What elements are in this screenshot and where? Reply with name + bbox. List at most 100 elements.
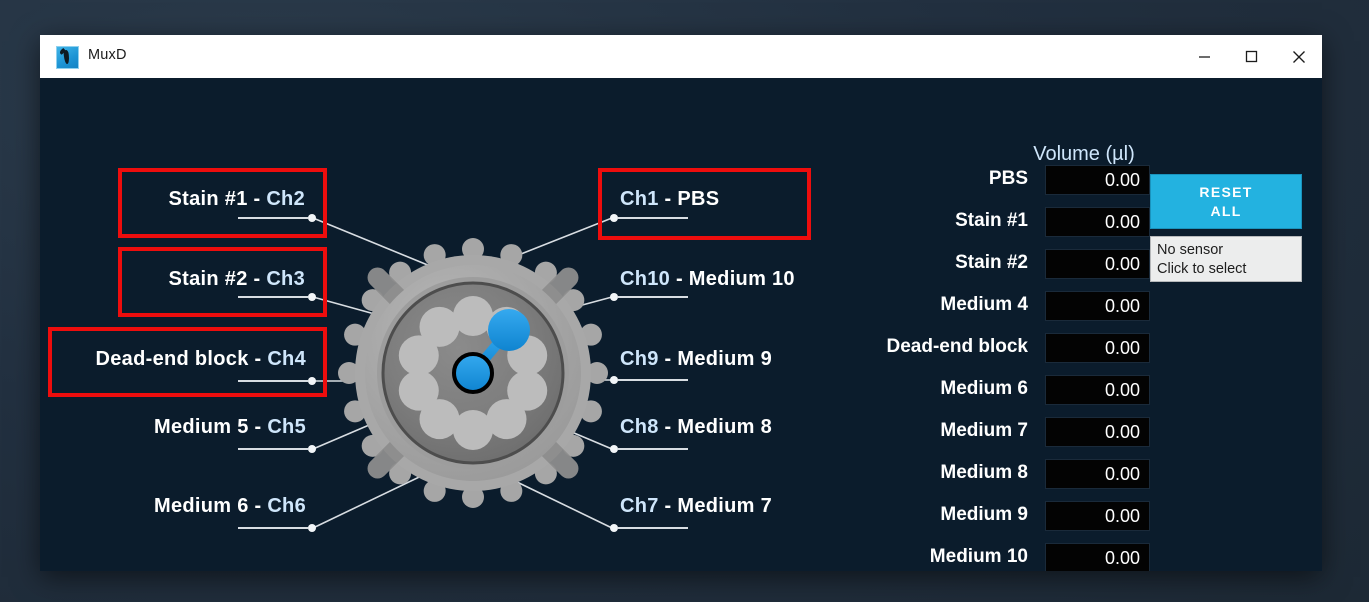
app-icon [56,46,79,69]
volume-value: 0.00 [1104,254,1140,274]
channel-label-ch3[interactable]: Stain #2 - Ch3 [140,268,305,291]
leader-dot-ch4 [308,377,316,385]
volume-input[interactable]: 0.00 [1045,459,1150,489]
sensor-status-line: No sensor [1157,242,1224,258]
maximize-icon[interactable] [1228,35,1275,78]
channel-label-ch9-channel: Ch9 [620,348,659,370]
channel-label-ch8-separator: - [664,416,672,438]
volume-input[interactable]: 0.00 [1045,207,1150,237]
leader-underline-ch5 [238,448,308,450]
channel-label-ch5[interactable]: Medium 5 - Ch5 [110,416,306,439]
channel-label-ch5-separator: - [254,416,262,438]
title-bar: MuxD [40,35,1322,79]
volume-row: Stain #1 0.00 [800,207,1150,237]
volume-row-label: Medium 8 [940,462,1028,483]
leader-dot-ch7 [610,524,618,532]
volume-row: Medium 6 0.00 [800,375,1150,405]
channel-label-ch6-name: Medium 6 [153,495,249,517]
volume-row-label: Dead-end block [886,336,1028,357]
volume-row: PBS 0.00 [800,165,1150,195]
channel-label-ch2[interactable]: Stain #1 - Ch2 [140,188,305,211]
channel-label-ch10-name: Medium 10 [688,268,795,290]
volume-row-label: PBS [988,168,1028,189]
channel-label-ch4-name: Dead-end block [95,348,249,370]
channel-label-ch6[interactable]: Medium 6 - Ch6 [110,495,306,518]
leader-underline-ch3 [238,296,308,298]
leader-dot-ch10 [610,293,618,301]
leader-underline-ch8 [618,448,688,450]
volume-input[interactable]: 0.00 [1045,249,1150,279]
channel-label-ch7-separator: - [664,495,672,517]
channel-label-ch10-channel: Ch10 [620,268,671,290]
volume-value: 0.00 [1104,422,1140,442]
reset-all-button[interactable]: RESET ALL [1150,174,1302,229]
leader-dot-ch2 [308,214,316,222]
volume-row-label: Medium 10 [929,546,1028,567]
leader-underline-ch1 [618,217,688,219]
channel-label-ch9-name: Medium 9 [677,348,773,370]
channel-label-ch6-separator: - [254,495,262,517]
channel-label-ch7-channel: Ch7 [620,495,659,517]
channel-label-ch10[interactable]: Ch10 - Medium 10 [620,268,795,291]
close-icon[interactable] [1275,35,1322,78]
volume-row-label: Medium 7 [940,420,1028,441]
volume-row: Medium 8 0.00 [800,459,1150,489]
app-canvas: Stain #1 - Ch2 Stain #2 - Ch3 Dead-end b… [40,78,1322,571]
volume-value: 0.00 [1104,170,1140,190]
volume-input[interactable]: 0.00 [1045,543,1150,571]
leader-dot-ch9 [610,376,618,384]
volume-value: 0.00 [1104,464,1140,484]
channel-label-ch6-channel: Ch6 [267,495,306,517]
channel-label-ch8-name: Medium 8 [677,416,773,438]
sensor-action-line: Click to select [1157,261,1247,277]
volume-row: Medium 7 0.00 [800,417,1150,447]
volume-value: 0.00 [1104,506,1140,526]
channel-label-ch9[interactable]: Ch9 - Medium 9 [620,348,772,371]
channel-label-ch8-channel: Ch8 [620,416,659,438]
volume-column-header: Volume (µl) [1033,143,1135,165]
volume-value: 0.00 [1104,548,1140,568]
volume-row: Dead-end block 0.00 [800,333,1150,363]
volume-row-label: Stain #1 [955,210,1028,231]
volume-input[interactable]: 0.00 [1045,501,1150,531]
application-window: MuxD Stain #1 - Ch2 Stain #2 - Ch3 Dead-… [40,35,1322,571]
channel-label-ch1[interactable]: Ch1 - PBS [620,188,719,211]
volume-input[interactable]: 0.00 [1045,333,1150,363]
channel-label-ch4[interactable]: Dead-end block - Ch4 [68,348,306,371]
volume-input[interactable]: 0.00 [1045,375,1150,405]
channel-label-ch8[interactable]: Ch8 - Medium 8 [620,416,772,439]
channel-label-ch1-separator: - [664,188,672,210]
leader-underline-ch7 [618,527,688,529]
volume-row-label: Medium 9 [940,504,1028,525]
valve-port[interactable] [398,335,439,376]
leader-underline-ch4 [238,380,308,382]
leader-underline-ch6 [238,527,308,529]
reset-all-label-line2: ALL [1210,202,1242,219]
channel-label-ch7[interactable]: Ch7 - Medium 7 [620,495,772,518]
leader-dot-ch8 [610,445,618,453]
minimize-icon[interactable] [1181,35,1228,78]
volume-row-label: Medium 6 [940,378,1028,399]
channel-label-ch1-name: PBS [677,188,720,210]
channel-label-ch1-channel: Ch1 [620,188,659,210]
rotary-valve-graphic[interactable] [323,223,623,523]
channel-label-ch5-name: Medium 5 [153,416,249,438]
channel-label-ch4-separator: - [254,348,262,370]
volume-row: Stain #2 0.00 [800,249,1150,279]
channel-label-ch4-channel: Ch4 [267,348,306,370]
window-title: MuxD [88,47,127,63]
volume-input[interactable]: 0.00 [1045,417,1150,447]
volume-input[interactable]: 0.00 [1045,165,1150,195]
channel-label-ch2-separator: - [253,188,261,210]
sensor-selector[interactable]: No sensor Click to select [1150,236,1302,282]
channel-label-ch3-name: Stain #2 [168,268,248,290]
channel-label-ch2-name: Stain #1 [168,188,248,210]
valve-port[interactable] [507,370,548,411]
channel-label-ch5-channel: Ch5 [267,416,306,438]
volume-row: Medium 9 0.00 [800,501,1150,531]
leader-underline-ch2 [238,217,308,219]
desktop-background: MuxD Stain #1 - Ch2 Stain #2 - Ch3 Dead-… [0,0,1369,602]
channel-label-ch10-separator: - [675,268,683,290]
volume-value: 0.00 [1104,212,1140,232]
volume-input[interactable]: 0.00 [1045,291,1150,321]
